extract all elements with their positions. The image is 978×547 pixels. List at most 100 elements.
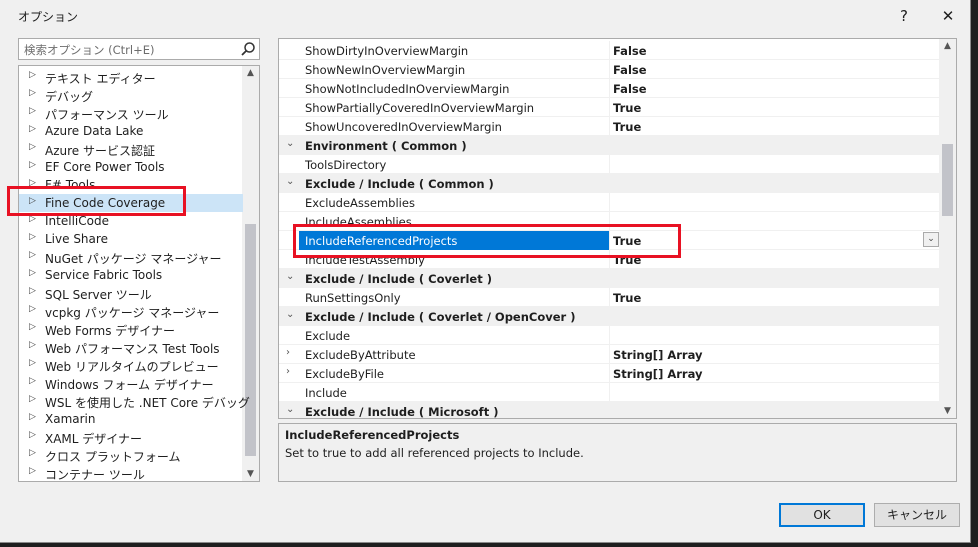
tree-item[interactable]: ▷ XAML デザイナー	[19, 428, 243, 446]
property-value[interactable]: False	[613, 44, 647, 58]
expand-arrow-icon[interactable]: ▷	[29, 304, 36, 314]
expand-arrow-icon[interactable]: ▷	[29, 88, 36, 98]
expand-arrow-icon[interactable]: ▷	[29, 286, 36, 296]
property-row[interactable]: ShowUncoveredInOverviewMargin True	[279, 117, 940, 136]
column-divider	[609, 117, 610, 136]
tree-item[interactable]: ▷ vcpkg パッケージ マネージャー	[19, 302, 243, 320]
expand-arrow-icon[interactable]: ▷	[29, 376, 36, 386]
tree-item-label: パフォーマンス ツール	[45, 108, 169, 122]
property-row[interactable]: ShowNotIncludedInOverviewMargin False	[279, 79, 940, 98]
tree-item[interactable]: ▷ Service Fabric Tools	[19, 266, 243, 284]
property-name: ExcludeByFile	[305, 367, 384, 381]
category-row[interactable]: ⌄ Exclude / Include ( Coverlet / OpenCove…	[279, 307, 940, 326]
tree-item[interactable]: ▷ クロス プラットフォーム	[19, 446, 243, 464]
scroll-up-icon[interactable]: ▲	[242, 68, 259, 78]
search-icon[interactable]	[240, 41, 256, 57]
property-row[interactable]: ShowNewInOverviewMargin False	[279, 60, 940, 79]
expand-arrow-icon[interactable]: ▷	[29, 340, 36, 350]
expand-arrow-icon[interactable]: ▷	[29, 466, 36, 476]
expand-chevron-icon[interactable]: ›	[286, 347, 290, 358]
scroll-down-icon[interactable]: ▼	[242, 469, 259, 479]
expand-arrow-icon[interactable]: ▷	[29, 358, 36, 368]
ok-button[interactable]: OK	[779, 503, 865, 527]
property-row[interactable]: ExcludeAssemblies	[279, 193, 940, 212]
search-options-input[interactable]: 検索オプション (Ctrl+E)	[18, 38, 260, 60]
tree-item[interactable]: ▷ Xamarin	[19, 410, 243, 428]
tree-item-label: Windows フォーム デザイナー	[45, 378, 214, 392]
expand-arrow-icon[interactable]: ▷	[29, 394, 36, 404]
expand-arrow-icon[interactable]: ▷	[29, 430, 36, 440]
property-value[interactable]: False	[613, 82, 647, 96]
tree-item[interactable]: ▷ Web リアルタイムのプレビュー	[19, 356, 243, 374]
expand-arrow-icon[interactable]: ▷	[29, 232, 36, 242]
collapse-chevron-icon[interactable]: ⌄	[286, 271, 294, 282]
expand-arrow-icon[interactable]: ▷	[29, 70, 36, 80]
tree-item[interactable]: ▷ WSL を使用した .NET Core デバッグ	[19, 392, 250, 410]
tree-item[interactable]: ▷ Windows フォーム デザイナー	[19, 374, 243, 392]
tree-item[interactable]: ▷ コンテナー ツール	[19, 464, 243, 481]
tree-scrollbar[interactable]: ▲ ▼	[242, 66, 259, 481]
property-value[interactable]: True	[613, 120, 641, 134]
property-name: Include	[305, 386, 347, 400]
tree-item[interactable]: ▷ Web パフォーマンス Test Tools	[19, 338, 243, 356]
property-name: ExcludeByAttribute	[305, 348, 416, 362]
category-row[interactable]: ⌄ Exclude / Include ( Common )	[279, 174, 940, 193]
property-row[interactable]: Include	[279, 383, 940, 402]
property-value[interactable]: True	[613, 101, 641, 115]
expand-arrow-icon[interactable]: ▷	[29, 268, 36, 278]
tree-item[interactable]: ▷ デバッグ	[19, 86, 243, 104]
collapse-chevron-icon[interactable]: ⌄	[286, 404, 294, 415]
value-dropdown-icon[interactable]: ⌄	[923, 232, 939, 247]
grid-scrollbar[interactable]: ▲ ▼	[939, 39, 956, 418]
tree-item[interactable]: ▷ NuGet パッケージ マネージャー	[19, 248, 243, 266]
collapse-chevron-icon[interactable]: ⌄	[286, 176, 294, 187]
category-row[interactable]: ⌄ Exclude / Include ( Coverlet )	[279, 269, 940, 288]
property-row[interactable]: ShowDirtyInOverviewMargin False	[279, 41, 940, 60]
property-row[interactable]: ShowPartiallyCoveredInOverviewMargin True	[279, 98, 940, 117]
close-button[interactable]: ✕	[934, 4, 962, 28]
property-row[interactable]: Exclude	[279, 326, 940, 345]
category-row[interactable]: ⌄ Exclude / Include ( Microsoft )	[279, 402, 940, 418]
expand-arrow-icon[interactable]: ▷	[29, 412, 36, 422]
property-row[interactable]: › ExcludeByAttribute String[] Array	[279, 345, 940, 364]
tree-item[interactable]: ▷ Live Share	[19, 230, 243, 248]
expand-arrow-icon[interactable]: ▷	[29, 448, 36, 458]
tree-item-label: Xamarin	[45, 412, 96, 426]
expand-arrow-icon[interactable]: ▷	[29, 250, 36, 260]
tree-item[interactable]: ▷ パフォーマンス ツール	[19, 104, 243, 122]
tree-item[interactable]: ▷ Azure Data Lake	[19, 122, 243, 140]
property-value[interactable]: String[] Array	[613, 348, 702, 362]
grid-scroll-thumb[interactable]	[942, 144, 953, 216]
expand-chevron-icon[interactable]: ›	[286, 366, 290, 377]
expand-arrow-icon[interactable]: ▷	[29, 160, 36, 170]
help-button[interactable]: ?	[890, 4, 918, 28]
tree-item[interactable]: ▷ Azure サービス認証	[19, 140, 243, 158]
property-row[interactable]: RunSettingsOnly True	[279, 288, 940, 307]
property-name: ShowDirtyInOverviewMargin	[305, 44, 469, 58]
property-row[interactable]: ToolsDirectory	[279, 155, 940, 174]
category-label: Environment ( Common )	[305, 139, 467, 153]
category-row[interactable]: ⌄ Environment ( Common )	[279, 136, 940, 155]
expand-arrow-icon[interactable]: ▷	[29, 106, 36, 116]
property-value[interactable]: True	[613, 291, 641, 305]
tree-item[interactable]: ▷ SQL Server ツール	[19, 284, 243, 302]
description-title: IncludeReferencedProjects	[285, 428, 460, 442]
expand-arrow-icon[interactable]: ▷	[29, 142, 36, 152]
tree-item[interactable]: ▷ EF Core Power Tools	[19, 158, 243, 176]
expand-arrow-icon[interactable]: ▷	[29, 322, 36, 332]
tree-item[interactable]: ▷ Web Forms デザイナー	[19, 320, 243, 338]
collapse-chevron-icon[interactable]: ⌄	[286, 309, 294, 320]
expand-arrow-icon[interactable]: ▷	[29, 124, 36, 134]
tree-scroll-thumb[interactable]	[245, 224, 256, 456]
tree-item-label: テキスト エディター	[45, 72, 156, 86]
tree-item[interactable]: ▷ テキスト エディター	[19, 68, 243, 86]
property-name: RunSettingsOnly	[305, 291, 401, 305]
property-value[interactable]: String[] Array	[613, 367, 702, 381]
scroll-up-icon[interactable]: ▲	[939, 41, 956, 51]
scroll-down-icon[interactable]: ▼	[939, 406, 956, 416]
property-row[interactable]: › ExcludeByFile String[] Array	[279, 364, 940, 383]
property-value[interactable]: False	[613, 63, 647, 77]
collapse-chevron-icon[interactable]: ⌄	[286, 138, 294, 149]
property-name: Exclude	[305, 329, 351, 343]
cancel-button[interactable]: キャンセル	[874, 503, 960, 527]
